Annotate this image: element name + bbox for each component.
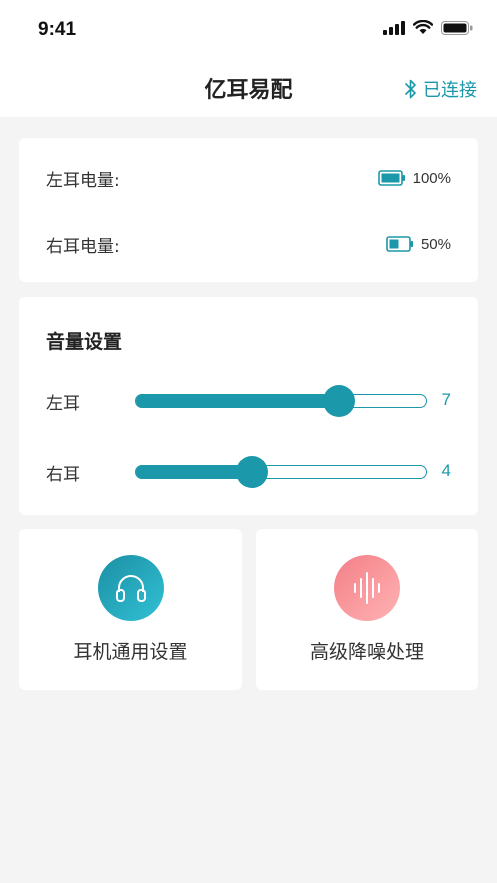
volume-row-right: 右耳 4 [46,455,451,489]
volume-title: 音量设置 [46,331,123,353]
left-battery-value: 100% [412,169,451,187]
left-volume-value: 7 [441,390,451,409]
headphones-icon [97,555,164,621]
left-volume-slider[interactable] [135,385,427,417]
right-volume-label: 右耳 [46,465,80,485]
status-icons [383,20,473,35]
battery-full-icon [377,170,405,186]
headphone-settings-label: 耳机通用设置 [73,641,188,663]
nav-bar: 亿耳易配 已连接 [0,60,497,117]
battery-row-left: 左耳电量: 100% [46,166,451,191]
battery-card: 左耳电量: 100% 右耳电量: 50% [19,138,478,282]
battery-row-right: 右耳电量: 50% [46,232,451,257]
right-volume-slider[interactable] [135,456,427,488]
volume-row-left: 左耳 7 [46,384,451,418]
volume-card: 音量设置 左耳 7 右耳 4 [19,297,478,515]
status-time: 9:41 [38,19,77,40]
right-volume-thumb[interactable] [236,456,268,488]
battery-status-icon [441,20,473,35]
bluetooth-status[interactable]: 已连接 [405,76,477,102]
battery-half-icon [386,236,413,252]
right-battery-label: 右耳电量: [46,236,120,257]
bluetooth-status-label: 已连接 [423,80,477,101]
status-bar: 9:41 [0,0,497,60]
left-volume-fill [136,394,339,408]
bluetooth-icon [405,79,416,99]
left-battery-indicator: 100% [377,169,451,187]
noise-reduction-card[interactable]: 高级降噪处理 [256,529,478,690]
sound-wave-icon [334,555,400,621]
right-volume-value: 4 [441,461,451,480]
right-battery-indicator: 50% [386,236,451,253]
left-battery-label: 左耳电量: [46,170,120,191]
right-battery-value: 50% [420,235,451,253]
left-volume-label: 左耳 [46,394,80,414]
headphone-settings-card[interactable]: 耳机通用设置 [19,529,242,690]
cellular-signal-icon [383,20,405,35]
right-volume-fill [136,465,252,479]
noise-reduction-label: 高级降噪处理 [309,641,424,663]
wifi-icon [413,20,433,34]
left-volume-thumb[interactable] [323,385,355,417]
